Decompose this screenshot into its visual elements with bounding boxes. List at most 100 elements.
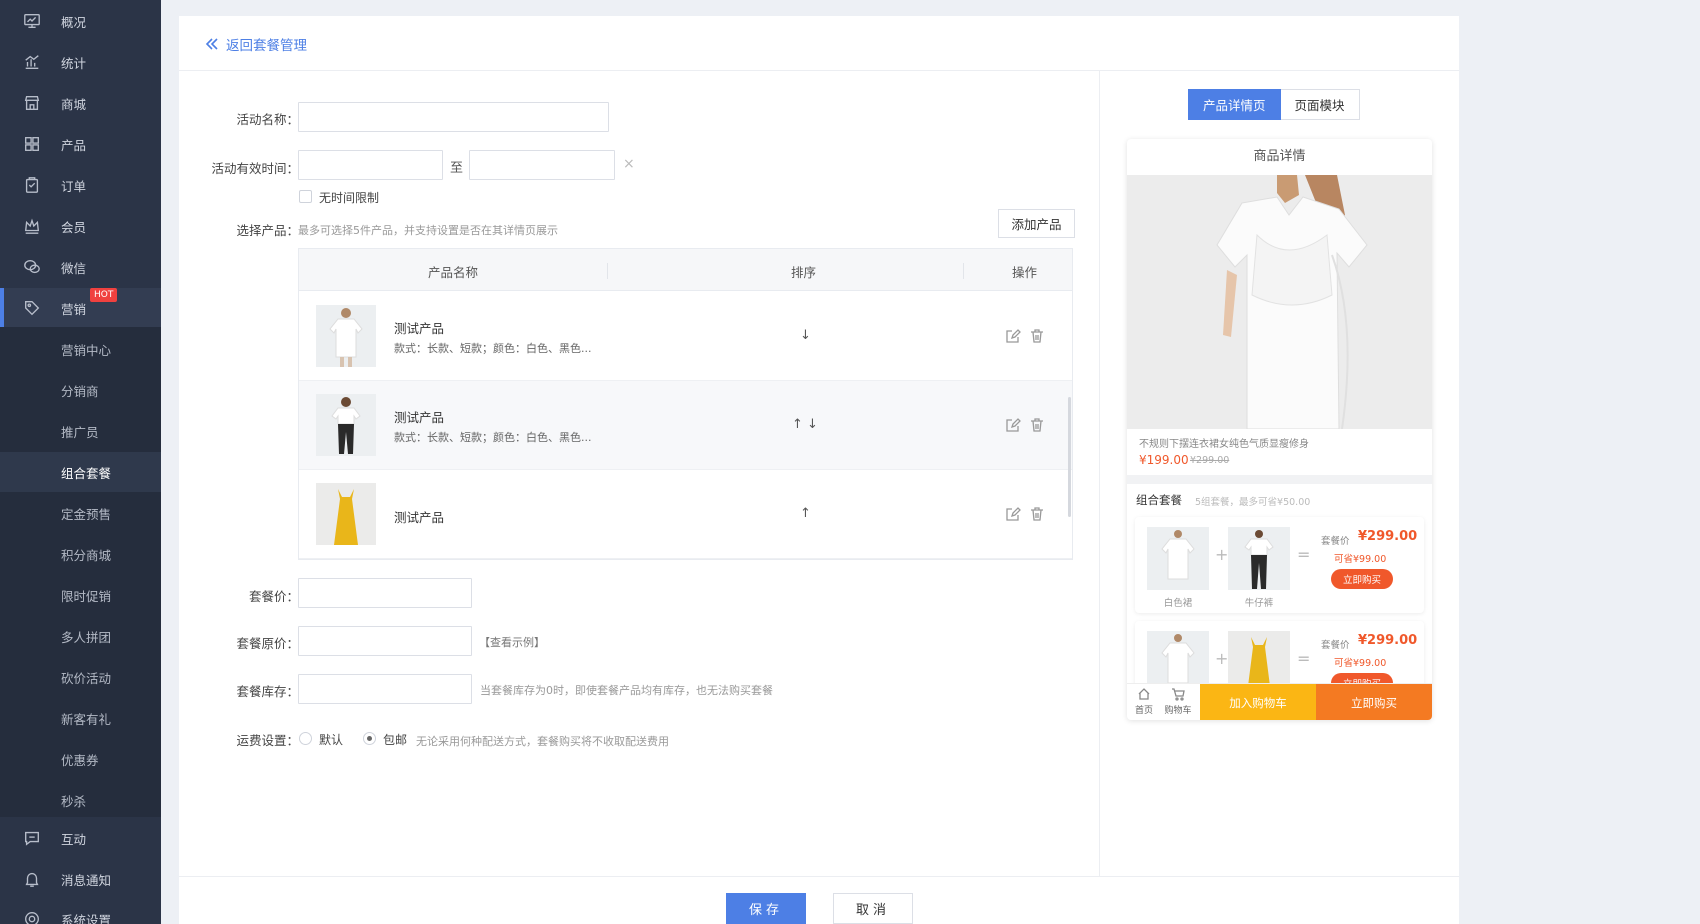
shipping-default-radio[interactable] [299,732,312,745]
table-scrollbar[interactable] [1068,397,1071,517]
wechat-icon [22,257,42,277]
add-to-cart-button[interactable]: 加入购物车 [1200,684,1316,720]
combo-section: 组合套餐 5组套餐，最多可省¥50.00 白色裙 + 牛仔裤 = 套餐价 ¥29… [1127,484,1432,717]
edit-icon[interactable] [1005,417,1021,433]
sort-down-arrow[interactable]: ↓ [800,328,811,343]
nav-members[interactable]: 会员 [0,206,161,246]
back-link[interactable]: 返回套餐管理 [205,34,307,54]
submenu-item[interactable]: 分销商 [0,370,161,410]
submenu-item[interactable]: 优惠券 [0,739,161,779]
no-time-limit-label: 无时间限制 [319,191,380,205]
nav-marketing[interactable]: 营销 HOT [0,288,161,328]
combo-thumbnail [1228,527,1290,590]
plus-icon: + [1215,545,1229,564]
col-ops: 操作 [1012,265,1038,280]
save-button[interactable]: 保存 [726,893,806,924]
phone-preview: 商品详情 不规则下摆连衣裙女纯色气质显瘦修身 ¥199.00 ¥299.00 组… [1127,139,1432,720]
submenu-item[interactable]: 定金预售 [0,493,161,533]
nav-orders[interactable]: 订单 [0,165,161,205]
buy-now-button[interactable]: 立即购买 [1316,684,1432,720]
submenu-item[interactable]: 积分商城 [0,534,161,574]
home-tab[interactable]: 首页 [1129,687,1159,716]
submenu-item[interactable]: 新客有礼 [0,698,161,738]
submenu-item[interactable]: 砍价活动 [0,657,161,697]
submenu-label: 新客有礼 [61,711,112,727]
sort-up-arrow[interactable]: ↑ [800,506,811,521]
select-product-hint: 最多可选择5件产品，并支持设置是否在其详情页展示 [298,224,558,237]
cart-tab[interactable]: 购物车 [1163,687,1193,716]
product-name: 测试产品 [394,321,445,336]
sidebar: 概况 统计 商城 产品 订单 会员 微信 营销 HOT 营销中心 分销商 推广员… [0,0,161,924]
combo-card[interactable]: 白色裙 + 牛仔裤 = 套餐价 ¥299.00 可省¥99.00 立即购买 [1135,517,1424,613]
view-example-link[interactable]: 【查看示例】 [479,634,545,650]
submenu-item[interactable]: 营销中心 [0,329,161,369]
nav-interaction[interactable]: 互动 [0,818,161,858]
nav-settings[interactable]: 系统设置 [0,899,161,924]
bell-icon [22,869,42,889]
clear-icon[interactable]: × [623,156,635,172]
tab-page-module[interactable]: 页面模块 [1280,89,1360,120]
col-name: 产品名称 [428,265,479,280]
edit-icon[interactable] [1005,506,1021,522]
shipping-hint: 无论采用何种配送方式，套餐购买将不收取配送费用 [416,735,669,748]
combo-price-input[interactable] [298,578,472,608]
nav-label: 订单 [61,178,87,194]
stock-label: 套餐库存： [236,684,299,699]
submenu-item[interactable]: 推广员 [0,411,161,451]
submenu-item[interactable]: 限时促销 [0,575,161,615]
delete-icon[interactable] [1029,417,1045,433]
sort-arrows[interactable]: ↑ ↓ [792,417,818,432]
time-separator: 至 [450,161,464,176]
submenu-label: 组合套餐 [61,465,112,481]
shipping-free-radio[interactable] [363,732,376,745]
edit-icon[interactable] [1005,328,1021,344]
product-spec: 款式：长款、短款；颜色：白色、黑色... [394,342,592,355]
submenu-label: 营销中心 [61,342,112,358]
end-date-input[interactable] [469,150,615,180]
home-label: 首页 [1134,706,1153,716]
combo-buy-button[interactable]: 立即购买 [1331,569,1393,589]
shipping-label: 运费设置： [236,733,299,748]
equals-icon: = [1297,545,1311,564]
nav-statistics[interactable]: 统计 [0,42,161,82]
submenu-label: 分销商 [61,383,99,399]
delete-icon[interactable] [1029,328,1045,344]
chart-icon [22,52,42,72]
submenu-item[interactable]: 秒杀 [0,780,161,820]
preview-tabs: 产品详情页 页面模块 [1188,89,1360,120]
activity-name-input[interactable] [298,102,609,132]
submenu-label: 定金预售 [61,506,112,522]
product-price: ¥199.00 [1139,453,1189,467]
add-product-button[interactable]: 添加产品 [998,209,1075,238]
marketing-submenu: 营销中心 分销商 推广员 组合套餐 定金预售 积分商城 限时促销 多人拼团 砍价… [0,327,161,817]
preview-divider [1099,71,1100,876]
no-time-limit-checkbox[interactable] [299,190,312,203]
phone-action-bar: 首页 购物车 加入购物车 立即购买 [1127,683,1432,720]
message-icon [22,828,42,848]
activity-name-label: 活动名称： [236,112,299,127]
submenu-item-combo[interactable]: 组合套餐 [0,452,161,492]
delete-icon[interactable] [1029,506,1045,522]
table-row: 测试产品 ↑ [299,470,1072,559]
nav-label: 系统设置 [61,912,112,924]
nav-label: 会员 [61,219,87,235]
start-date-input[interactable] [298,150,443,180]
grid-icon [22,134,42,154]
nav-notifications[interactable]: 消息通知 [0,859,161,899]
nav-overview[interactable]: 概况 [0,1,161,41]
nav-label: 互动 [61,831,87,847]
tab-product-detail[interactable]: 产品详情页 [1188,89,1281,120]
double-chevron-left-icon [205,38,218,50]
submenu-item[interactable]: 多人拼团 [0,616,161,656]
nav-store[interactable]: 商城 [0,83,161,123]
orig-price-input[interactable] [298,626,472,656]
product-thumbnail [316,305,376,367]
cancel-button[interactable]: 取消 [833,893,913,924]
stock-input[interactable] [298,674,472,704]
nav-label: 微信 [61,260,87,276]
nav-wechat[interactable]: 微信 [0,247,161,287]
product-thumbnail [316,483,376,545]
nav-products[interactable]: 产品 [0,124,161,164]
tag-icon [22,298,42,318]
submenu-label: 秒杀 [61,793,87,809]
